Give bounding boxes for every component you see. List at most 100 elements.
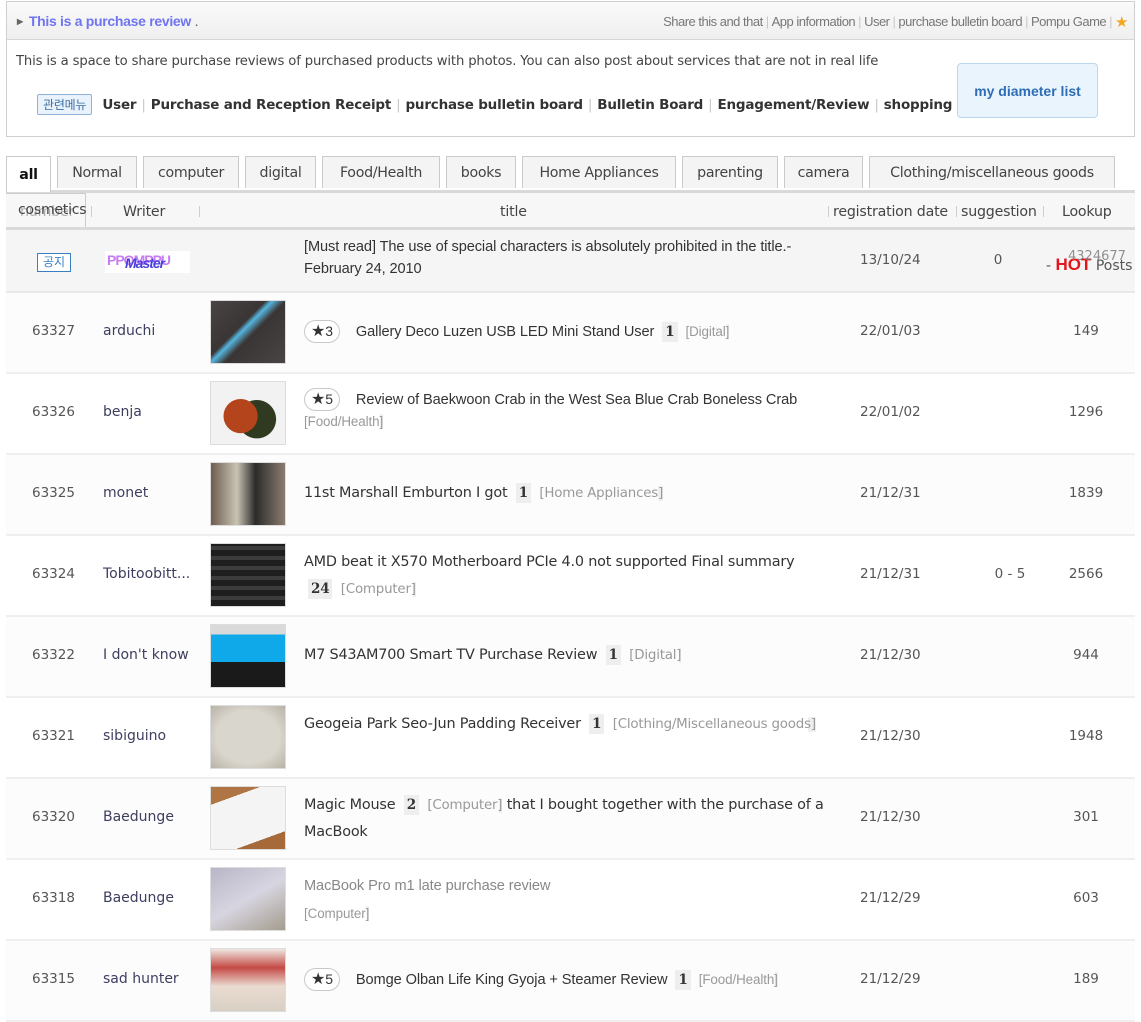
post-title-block[interactable]: 11st Marshall Emburton I got 1 [Home App…: [304, 482, 824, 505]
comment-count[interactable]: 1: [589, 714, 605, 734]
post-title[interactable]: AMD beat it X570 Motherboard PCIe 4.0 no…: [304, 554, 795, 570]
rating-value: 3: [325, 323, 333, 339]
related-link-purchase-board[interactable]: purchase bulletin board: [405, 97, 583, 113]
post-title-block[interactable]: ★3 Gallery Deco Luzen USB LED Mini Stand…: [304, 320, 824, 343]
post-writer[interactable]: I don't know: [103, 647, 189, 663]
post-title[interactable]: M7 S43AM700 Smart TV Purchase Review: [304, 647, 597, 663]
tab-digital[interactable]: digital: [245, 156, 316, 188]
star-icon: ★: [311, 323, 326, 340]
post-writer[interactable]: Baedunge: [103, 809, 174, 825]
post-row[interactable]: 63326 benja ★5 Review of Baekwoon Crab i…: [6, 374, 1135, 455]
tab-computer[interactable]: computer: [143, 156, 239, 188]
board-title[interactable]: ▶ This is a purchase review .: [17, 13, 198, 29]
post-writer[interactable]: benja: [103, 404, 142, 420]
post-title[interactable]: MacBook Pro m1 late purchase review: [304, 878, 550, 894]
post-row[interactable]: 63315 sad hunter ★5 Bomge Olban Life Kin…: [6, 941, 1135, 1022]
post-row[interactable]: 63318 Baedunge MacBook Pro m1 late purch…: [6, 860, 1135, 941]
post-number: 63320: [32, 809, 75, 825]
post-category: [Food/Health]: [698, 972, 778, 987]
post-row[interactable]: 63327 arduchi ★3 Gallery Deco Luzen USB …: [6, 293, 1135, 374]
notice-title[interactable]: [Must read] The use of special character…: [304, 236, 824, 280]
post-date: 21/12/30: [860, 809, 921, 825]
post-thumbnail[interactable]: [210, 624, 286, 688]
notice-date: 13/10/24: [860, 252, 921, 268]
link-user[interactable]: User: [864, 14, 890, 29]
link-pompu-game[interactable]: Pompu Game: [1031, 14, 1107, 29]
notice-badge: 공지: [37, 253, 72, 272]
column-header: number Writer title registration date su…: [6, 193, 1135, 230]
star-icon[interactable]: ★: [1115, 14, 1128, 31]
post-thumbnail[interactable]: [210, 867, 286, 931]
post-row[interactable]: 63324 Tobitoobitt... AMD beat it X570 Mo…: [6, 536, 1135, 617]
post-row[interactable]: 63320 Baedunge Magic Mouse 2 [Computer] …: [6, 779, 1135, 860]
post-thumbnail[interactable]: [210, 381, 286, 445]
post-lookup: 944: [1073, 647, 1099, 663]
comment-count[interactable]: 1: [662, 322, 678, 342]
post-number: 63315: [32, 971, 75, 987]
post-title-block[interactable]: MacBook Pro m1 late purchase review [Com…: [304, 873, 824, 928]
post-thumbnail[interactable]: [210, 786, 286, 850]
tab-camera[interactable]: camera: [784, 156, 863, 188]
post-lookup: 2566: [1068, 566, 1104, 582]
post-date: 21/12/31: [860, 566, 921, 582]
post-thumbnail[interactable]: [210, 948, 286, 1012]
post-row[interactable]: 63325 monet 11st Marshall Emburton I got…: [6, 455, 1135, 536]
post-number: 63327: [32, 323, 75, 339]
link-purchase-board[interactable]: purchase bulletin board: [898, 14, 1022, 29]
tab-cosmetics[interactable]: cosmetics: [6, 193, 87, 227]
post-writer[interactable]: Baedunge: [103, 890, 174, 906]
notice-row[interactable]: 공지 PPOMPPU Master [Must read] The use of…: [6, 230, 1135, 293]
tab-cosmetics-label: cosmetics: [18, 202, 87, 218]
tab-home-appliances[interactable]: Home Appliances: [522, 156, 676, 188]
comment-count[interactable]: 1: [515, 483, 531, 503]
post-title-block[interactable]: ★5 Review of Baekwoon Crab in the West S…: [304, 388, 824, 433]
tab-books[interactable]: books: [446, 156, 516, 188]
post-title-block[interactable]: M7 S43AM700 Smart TV Purchase Review 1 […: [304, 644, 824, 667]
related-link-user[interactable]: User: [102, 97, 136, 113]
post-title-block[interactable]: Geogeia Park Seo-Jun Padding Receiver 1 …: [304, 711, 824, 738]
post-thumbnail[interactable]: [210, 705, 286, 769]
post-row[interactable]: 63322 I don't know M7 S43AM700 Smart TV …: [6, 617, 1135, 698]
tab-normal[interactable]: Normal: [57, 156, 137, 188]
post-title[interactable]: Gallery Deco Luzen USB LED Mini Stand Us…: [356, 324, 654, 340]
post-row[interactable]: 63321 sibiguino Geogeia Park Seo-Jun Pad…: [6, 698, 1135, 779]
post-title-block[interactable]: Magic Mouse 2 [Computer] that I bought t…: [304, 792, 824, 846]
tab-clothing[interactable]: Clothing/miscellaneous goods: [869, 156, 1115, 188]
post-writer[interactable]: Tobitoobitt...: [103, 566, 190, 582]
col-divider: [956, 206, 957, 217]
post-category: [Home Appliances]: [539, 486, 664, 501]
writer-logo[interactable]: PPOMPPU Master: [105, 251, 190, 273]
post-title[interactable]: Geogeia Park Seo-Jun Padding Receiver: [304, 716, 581, 732]
board-header: ▶ This is a purchase review . Share this …: [6, 1, 1135, 137]
comment-count[interactable]: 24: [308, 579, 333, 599]
post-title[interactable]: 11st Marshall Emburton I got: [304, 485, 508, 501]
post-thumbnail[interactable]: [210, 300, 286, 364]
tab-all[interactable]: all: [6, 156, 51, 192]
comment-count[interactable]: 1: [605, 645, 621, 665]
post-title[interactable]: Magic Mouse: [304, 797, 396, 813]
post-writer[interactable]: sibiguino: [103, 728, 166, 744]
link-share[interactable]: Share this and that: [663, 14, 763, 29]
comment-count[interactable]: 1: [675, 970, 691, 990]
post-thumbnail[interactable]: [210, 543, 286, 607]
related-link-engagement[interactable]: Engagement/Review: [718, 97, 870, 113]
post-title-block[interactable]: AMD beat it X570 Motherboard PCIe 4.0 no…: [304, 549, 824, 603]
post-thumbnail[interactable]: [210, 462, 286, 526]
link-app-info[interactable]: App information: [772, 14, 856, 29]
comment-count[interactable]: 2: [403, 795, 419, 815]
post-title-block[interactable]: ★5 Bomge Olban Life King Gyoja + Steamer…: [304, 968, 824, 991]
post-title[interactable]: Review of Baekwoon Crab in the West Sea …: [356, 392, 797, 408]
post-writer[interactable]: monet: [103, 485, 148, 501]
related-menu: 관련메뉴 User | Purchase and Reception Receipt |…: [37, 94, 952, 115]
tab-food-health[interactable]: Food/Health: [322, 156, 440, 188]
post-writer[interactable]: sad hunter: [103, 971, 179, 987]
my-list-button[interactable]: my diameter list: [957, 63, 1098, 118]
related-link-receipt[interactable]: Purchase and Reception Receipt: [151, 97, 392, 113]
related-link-bulletin-board[interactable]: Bulletin Board: [597, 97, 703, 113]
post-writer[interactable]: arduchi: [103, 323, 155, 339]
tab-parenting[interactable]: parenting: [682, 156, 778, 188]
hot-posts-link[interactable]: - HOT Posts 4324677: [1046, 249, 1132, 275]
related-link-shopping[interactable]: shopping: [884, 97, 953, 113]
post-title[interactable]: Bomge Olban Life King Gyoja + Steamer Re…: [356, 972, 668, 988]
post-date: 21/12/30: [860, 728, 921, 744]
